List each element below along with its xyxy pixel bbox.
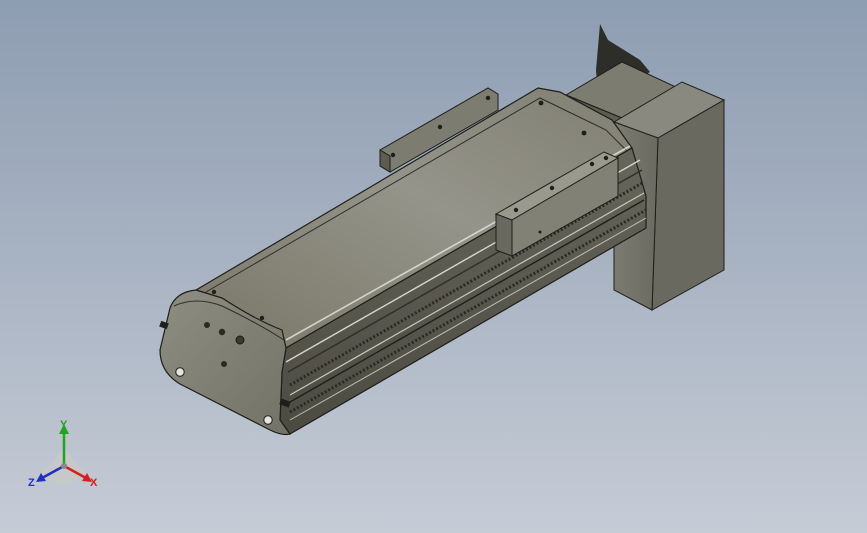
cad-viewport[interactable]: Y X Z [0,0,867,533]
linear-actuator-model[interactable] [0,0,867,533]
y-axis-label: Y [60,419,68,431]
axis-triad: Y X Z [28,419,98,489]
triad-origin [61,463,67,469]
z-axis-label: Z [28,477,35,489]
x-axis-label: X [90,477,98,489]
